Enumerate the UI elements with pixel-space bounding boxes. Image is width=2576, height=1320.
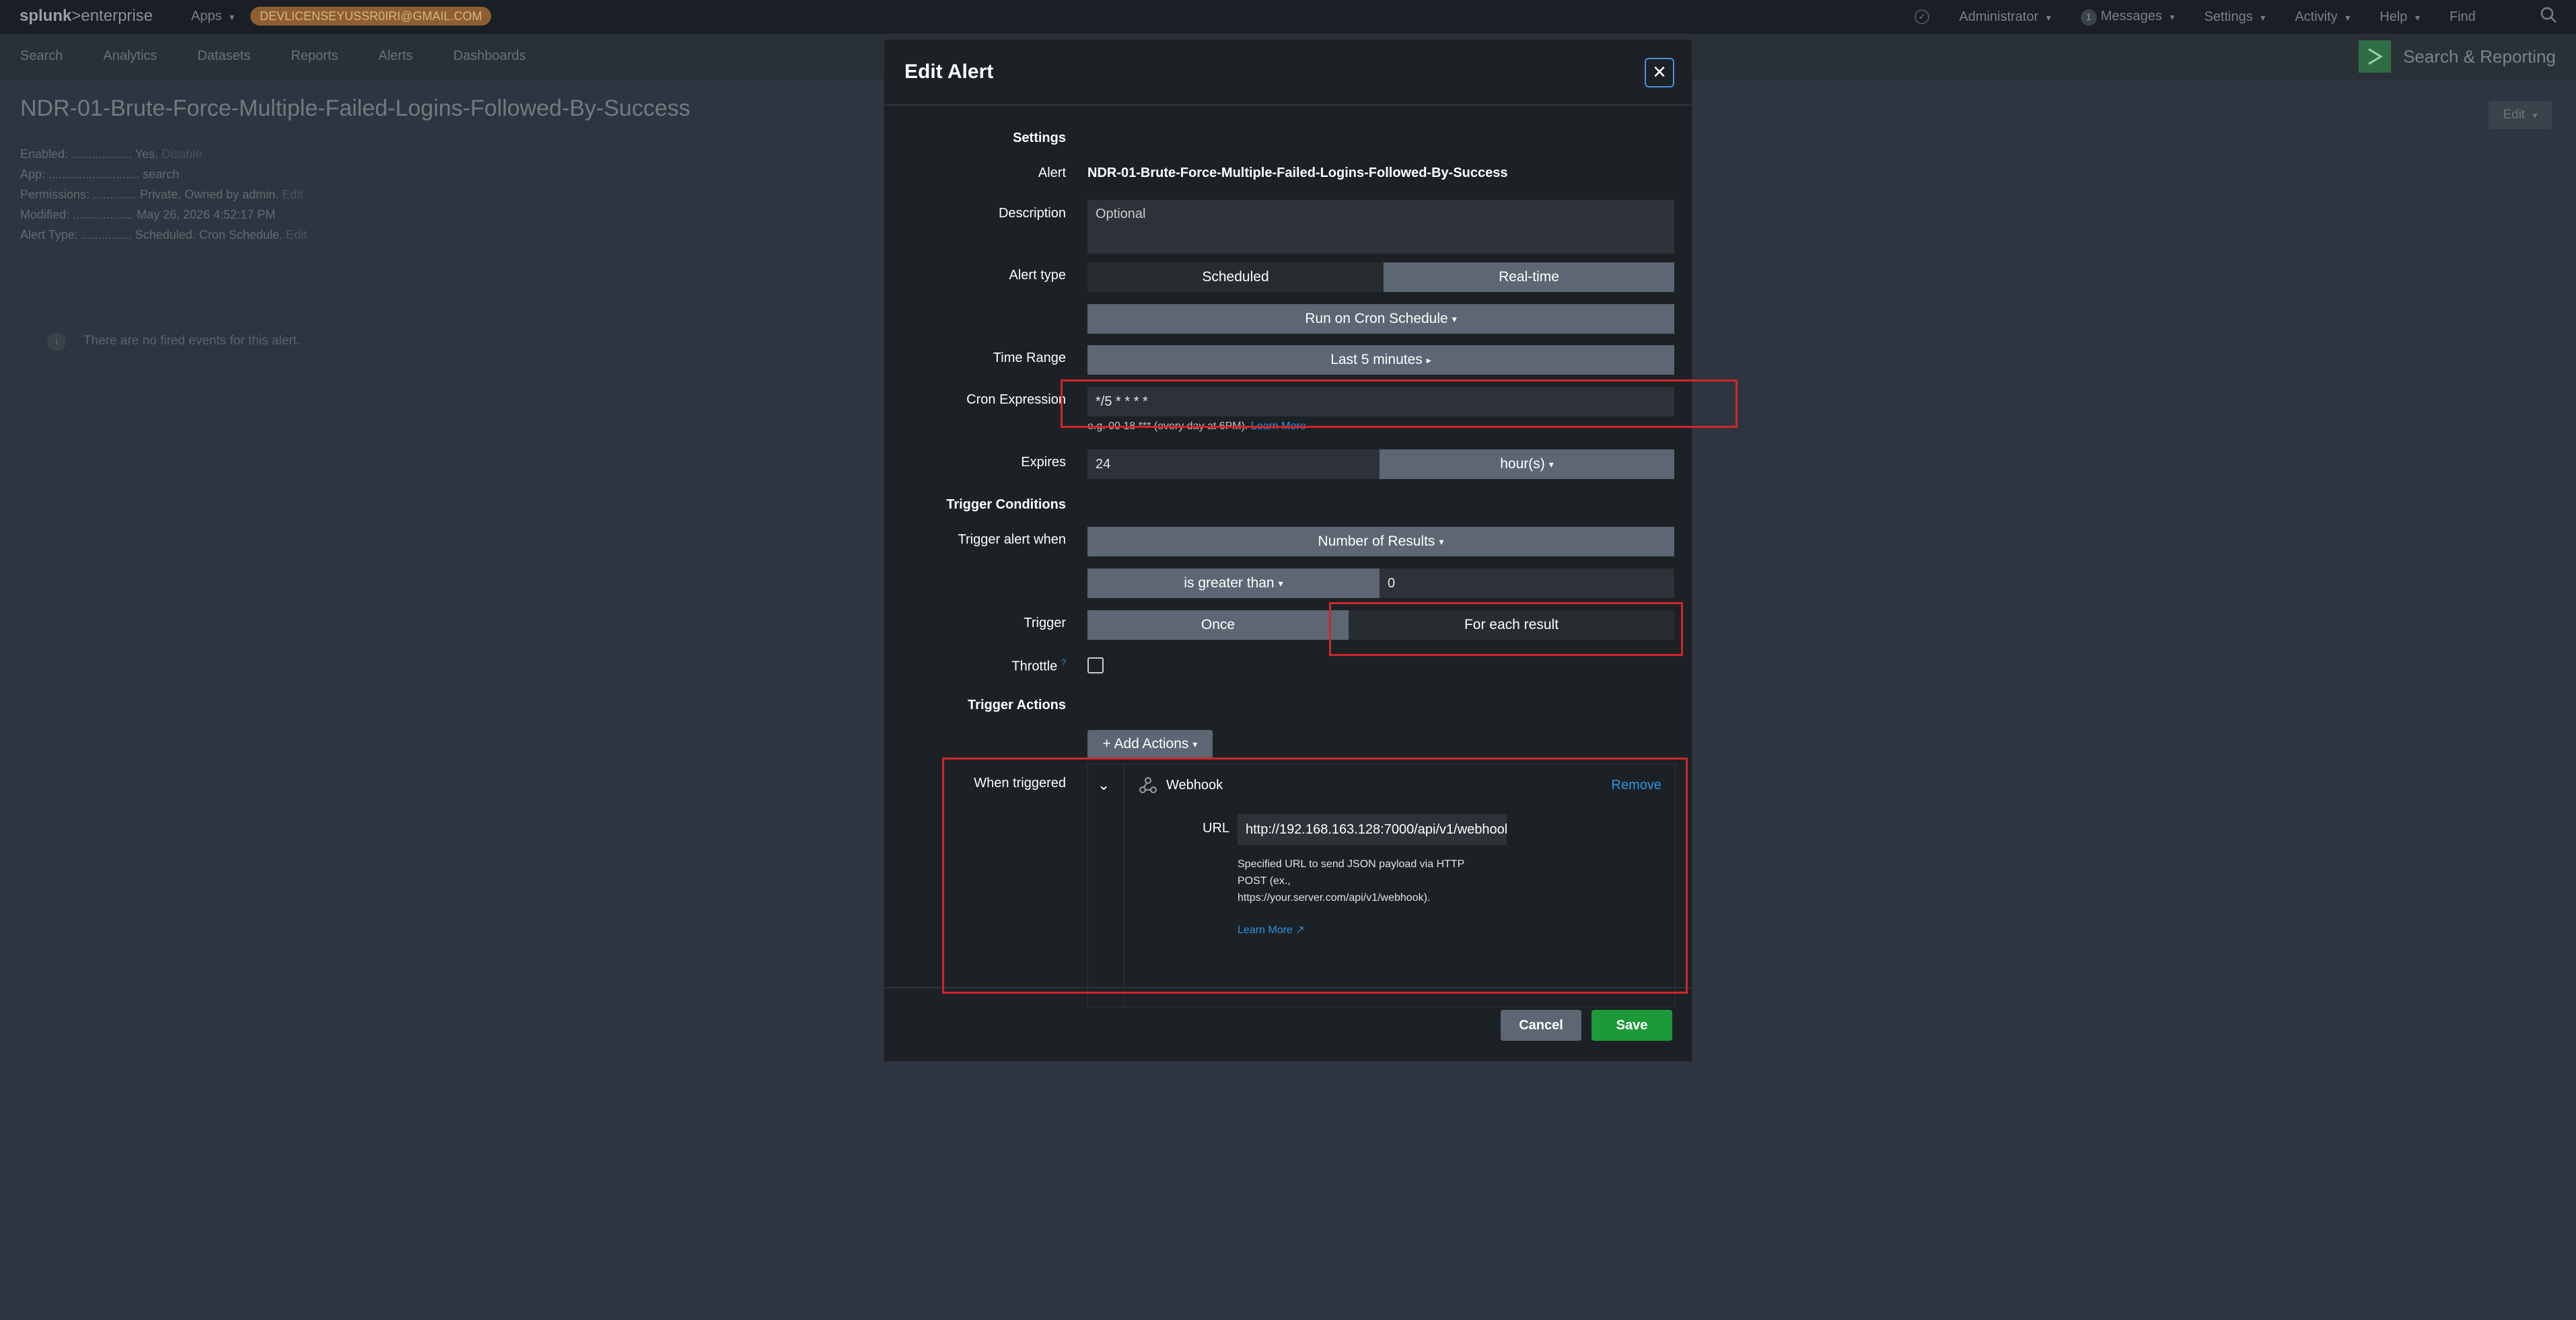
trigger-when-label: Trigger alert when: [958, 532, 1066, 547]
find-input[interactable]: Find: [2449, 9, 2510, 25]
health-check-icon[interactable]: ✓: [1915, 9, 1930, 24]
apps-menu[interactable]: Apps ▾: [191, 9, 234, 24]
alert-label: Alert: [1038, 166, 1066, 180]
nav-alerts[interactable]: Alerts: [378, 48, 413, 64]
edit-button[interactable]: Edit ▾: [2489, 101, 2552, 129]
page-title: NDR-01-Brute-Force-Multiple-Failed-Login…: [20, 96, 690, 121]
trigger-label: Trigger: [1024, 616, 1066, 630]
description-input[interactable]: Optional: [1087, 200, 1674, 254]
info-icon: i: [47, 332, 66, 351]
no-events-message: i There are no fired events for this aler…: [47, 332, 300, 351]
save-button[interactable]: Save: [1591, 1010, 1672, 1041]
highlight-cron-expression: [1061, 379, 1738, 428]
meta-enabled: Enabled: .................. Yes. Disable: [20, 147, 203, 161]
alert-name: NDR-01-Brute-Force-Multiple-Failed-Login…: [1087, 166, 1508, 180]
nav-dashboards[interactable]: Dashboards: [454, 48, 526, 64]
throttle-checkbox[interactable]: [1087, 657, 1104, 673]
add-actions-button[interactable]: + Add Actions ▾: [1087, 730, 1213, 758]
throttle-help-icon[interactable]: ?: [1061, 657, 1066, 667]
settings-menu[interactable]: Settings ▾: [2204, 9, 2265, 25]
app-nav: Search Analytics Datasets Reports Alerts…: [20, 48, 526, 64]
close-icon[interactable]: ×: [1645, 58, 1674, 87]
nav-reports[interactable]: Reports: [291, 48, 338, 64]
trigger-conditions-heading: Trigger Conditions: [946, 497, 1066, 512]
alert-type-label: Alert type: [1009, 268, 1066, 283]
trigger-once-button[interactable]: Once: [1087, 610, 1349, 640]
expires-input[interactable]: 24: [1087, 449, 1380, 479]
alert-meta: Enabled: .................. Yes. Disable…: [20, 144, 307, 245]
comparison-dropdown[interactable]: is greater than ▾: [1087, 569, 1380, 598]
meta-app: App: ........................... search: [20, 168, 180, 181]
app-name[interactable]: Search & Reporting: [2359, 40, 2556, 73]
schedule-dropdown[interactable]: Run on Cron Schedule ▾: [1087, 304, 1674, 334]
trigger-condition-dropdown[interactable]: Number of Results ▾: [1087, 527, 1674, 556]
meta-alert-type: Alert Type: ............... Scheduled. C…: [20, 228, 307, 242]
time-range-picker[interactable]: Last 5 minutes ▸: [1087, 345, 1674, 375]
meta-modified: Modified: .................. May 26, 202…: [20, 208, 276, 221]
nav-analytics[interactable]: Analytics: [103, 48, 157, 64]
highlight-for-each-result: [1329, 602, 1683, 656]
edit-alert-type-link[interactable]: Edit: [286, 228, 307, 242]
nav-search[interactable]: Search: [20, 48, 63, 64]
cancel-button[interactable]: Cancel: [1501, 1010, 1581, 1041]
settings-heading: Settings: [1013, 131, 1066, 145]
threshold-input[interactable]: 0: [1380, 569, 1674, 598]
splunk-logo[interactable]: splunk>enterprise: [20, 7, 153, 26]
trigger-actions-heading: Trigger Actions: [968, 698, 1066, 712]
search-icon[interactable]: [2540, 6, 2557, 28]
time-range-label: Time Range: [993, 351, 1066, 365]
app-arrow-icon: [2359, 40, 2392, 73]
messages-count-badge: 1: [2080, 9, 2097, 26]
throttle-label: Throttle ?: [1011, 657, 1066, 674]
disable-link[interactable]: Disable: [162, 147, 202, 161]
modal-title: Edit Alert: [904, 61, 994, 83]
help-menu[interactable]: Help ▾: [2380, 9, 2420, 25]
nav-datasets[interactable]: Datasets: [197, 48, 250, 64]
license-badge[interactable]: DEVLICENSEYUSSR0IRI@GMAIL.COM: [250, 7, 492, 26]
admin-menu[interactable]: Administrator ▾: [1959, 9, 2050, 25]
messages-menu[interactable]: 1 Messages ▾: [2080, 9, 2174, 26]
description-label: Description: [998, 206, 1066, 221]
activity-menu[interactable]: Activity ▾: [2295, 9, 2350, 25]
edit-permissions-link[interactable]: Edit: [282, 188, 303, 201]
expires-label: Expires: [1021, 455, 1066, 470]
meta-permissions: Permissions: ............. Private. Owne…: [20, 188, 303, 201]
modal-header: Edit Alert ×: [884, 40, 1692, 106]
alert-type-scheduled[interactable]: Scheduled: [1087, 262, 1384, 292]
top-bar: splunk>enterprise Apps ▾ DEVLICENSEYUSSR…: [0, 0, 2576, 34]
expires-unit-dropdown[interactable]: hour(s) ▾: [1380, 449, 1674, 479]
alert-type-realtime[interactable]: Real-time: [1384, 262, 1674, 292]
highlight-webhook-action: [942, 758, 1688, 994]
cron-expression-label: Cron Expression: [966, 392, 1066, 407]
